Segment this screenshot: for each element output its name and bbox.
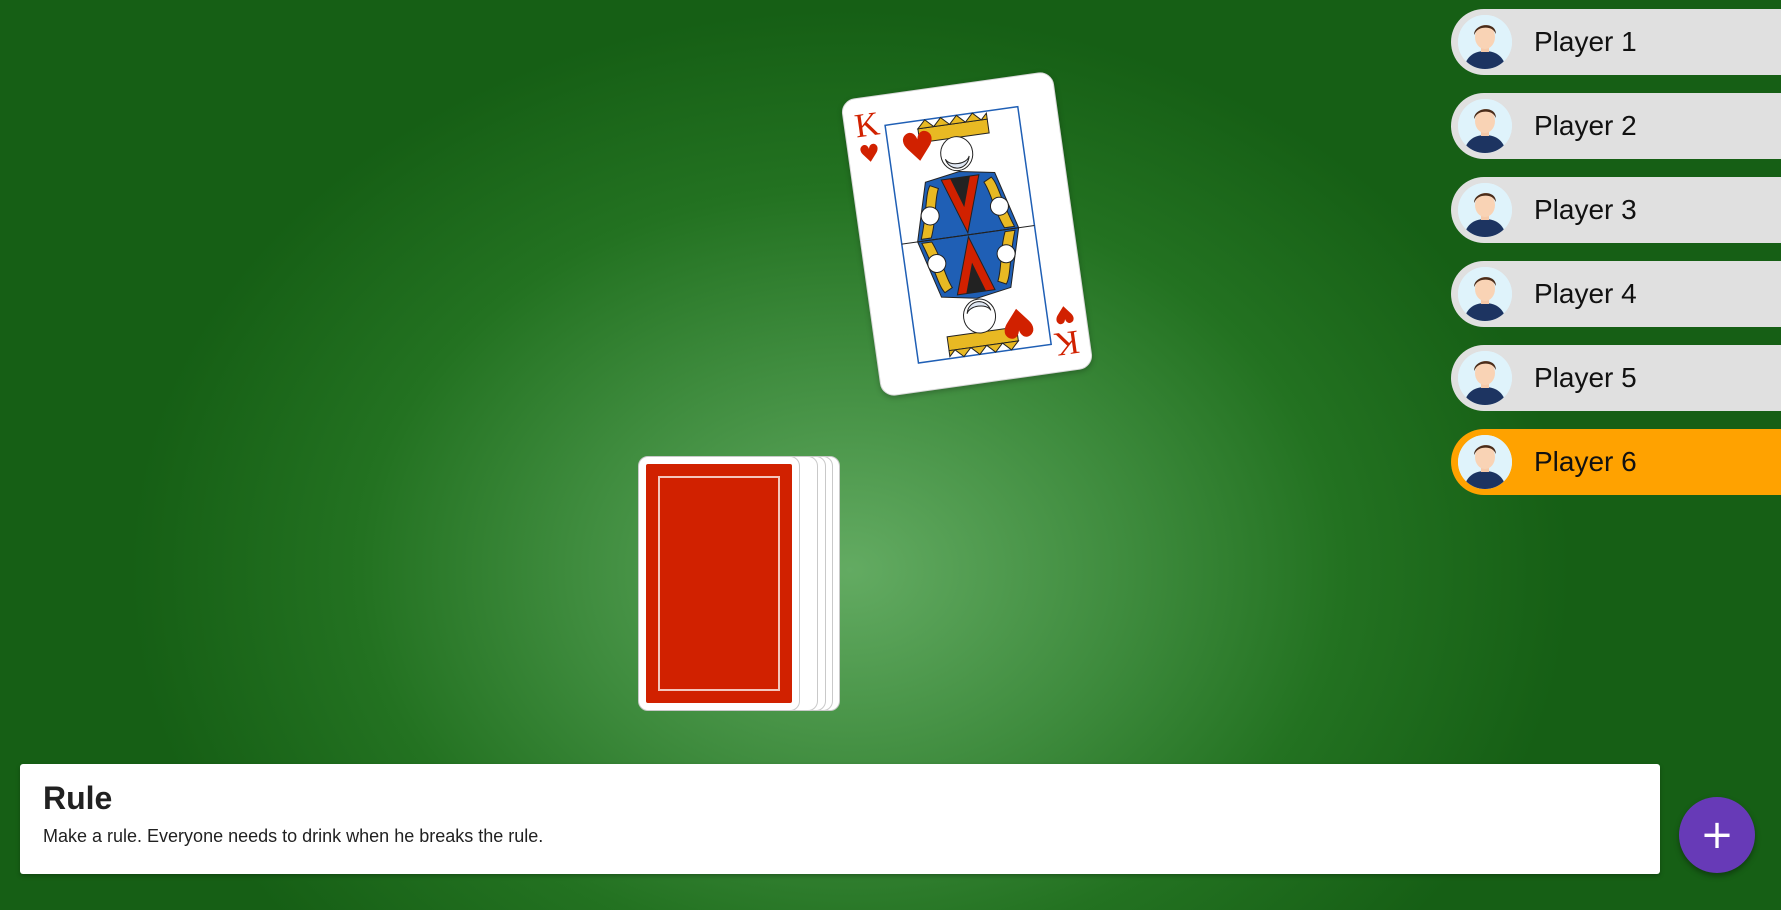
card-suit-bottom: ♥	[1052, 299, 1077, 330]
avatar	[1458, 99, 1512, 153]
add-player-button[interactable]: +	[1679, 797, 1755, 873]
avatar	[1458, 267, 1512, 321]
player-list: Player 1 Player 2 Player 3 Player 4 Play…	[1451, 9, 1781, 513]
player-item-4[interactable]: Player 4	[1451, 261, 1781, 327]
player-item-5[interactable]: Player 5	[1451, 345, 1781, 411]
plus-icon: +	[1700, 812, 1734, 858]
player-name: Player 3	[1534, 194, 1637, 225]
player-name: Player 4	[1534, 278, 1637, 309]
rule-description: Make a rule. Everyone needs to drink whe…	[43, 826, 544, 846]
avatar	[1458, 15, 1512, 69]
card-back-design	[646, 464, 792, 703]
player-item-1[interactable]: Player 1	[1451, 9, 1781, 75]
court-heart-lower: ♥	[997, 297, 1039, 348]
avatar	[1458, 435, 1512, 489]
player-item-3[interactable]: Player 3	[1451, 177, 1781, 243]
rule-title: Rule	[43, 780, 113, 816]
player-item-6[interactable]: Player 6	[1451, 429, 1781, 495]
player-name: Player 2	[1534, 110, 1637, 141]
drawn-card: K ♥ K ♥ ♥ ♥	[840, 70, 1094, 398]
player-name: Player 1	[1534, 26, 1637, 57]
rule-panel: Rule Make a rule. Everyone needs to drin…	[20, 764, 1660, 874]
court-heart-upper: ♥	[898, 123, 940, 174]
player-item-2[interactable]: Player 2	[1451, 93, 1781, 159]
deck-top-card[interactable]	[638, 456, 800, 711]
card-deck[interactable]	[638, 456, 840, 711]
card-back-border	[658, 476, 780, 691]
avatar	[1458, 351, 1512, 405]
card-suit-top: ♥	[857, 138, 882, 169]
player-name: Player 5	[1534, 362, 1637, 393]
player-name: Player 6	[1534, 446, 1637, 477]
avatar	[1458, 183, 1512, 237]
